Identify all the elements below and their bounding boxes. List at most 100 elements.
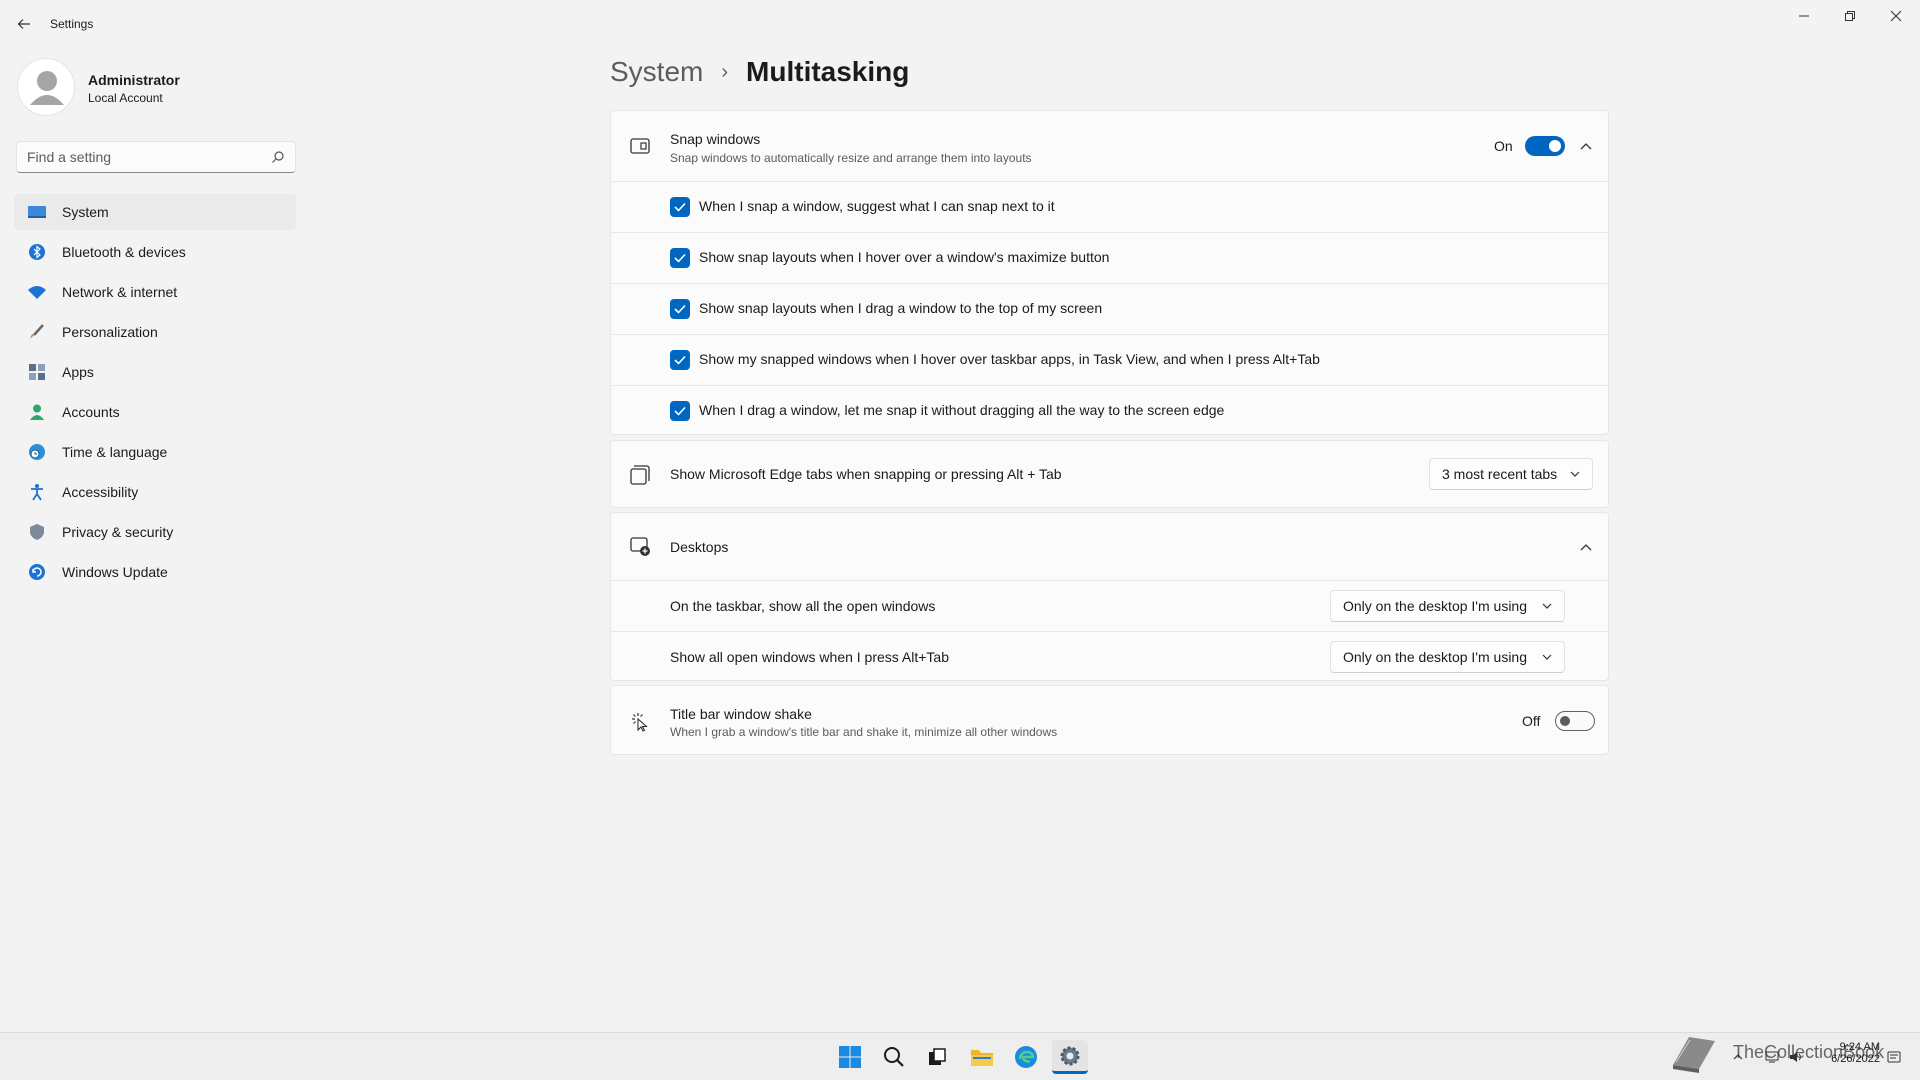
- desktops-row-label: Show all open windows when I press Alt+T…: [670, 649, 949, 665]
- taskbar-windows-dropdown[interactable]: Only on the desktop I'm using: [1330, 590, 1565, 622]
- avatar[interactable]: [17, 58, 75, 116]
- snap-option-row: Show snap layouts when I hover over a wi…: [611, 232, 1608, 283]
- desktops-icon: [630, 537, 650, 556]
- tray-clock[interactable]: 9:24 AM 6/26/2022: [1820, 1041, 1880, 1065]
- dropdown-value: Only on the desktop I'm using: [1343, 598, 1527, 614]
- settings-taskbar-button[interactable]: [1052, 1040, 1088, 1074]
- shake-state-label: Off: [1522, 713, 1541, 729]
- task-view-button[interactable]: [919, 1040, 955, 1074]
- person-icon: [26, 401, 48, 423]
- volume-tray-button[interactable]: [1784, 1040, 1808, 1074]
- chevron-down-icon: [1542, 654, 1552, 660]
- task-view-icon: [929, 1048, 946, 1065]
- sidebar-item-label: Time & language: [62, 444, 168, 460]
- sidebar-item-label: Privacy & security: [62, 524, 174, 540]
- edge-tabs-value: 3 most recent tabs: [1442, 466, 1558, 482]
- alt-tab-windows-dropdown[interactable]: Only on the desktop I'm using: [1330, 641, 1565, 673]
- settings-gear-icon: [1060, 1046, 1080, 1065]
- close-button[interactable]: [1873, 0, 1919, 32]
- checkmark-icon: [674, 355, 686, 365]
- shake-title: Title bar window shake: [670, 706, 812, 722]
- snap-option-checkbox[interactable]: [670, 401, 690, 421]
- collapse-snap-button[interactable]: [1574, 134, 1598, 158]
- search-icon[interactable]: [271, 150, 285, 164]
- globe-clock-icon: [26, 441, 48, 463]
- tray-time: 9:24 AM: [1839, 1041, 1880, 1053]
- sidebar-item-apps[interactable]: Apps: [14, 354, 296, 390]
- breadcrumb-separator-icon: ›: [721, 60, 729, 83]
- start-button[interactable]: [832, 1040, 868, 1074]
- sidebar-item-label: System: [62, 204, 109, 220]
- sidebar-item-label: Network & internet: [62, 284, 178, 300]
- network-tray-button[interactable]: [1760, 1040, 1784, 1074]
- title-bar-shake-toggle[interactable]: [1555, 711, 1595, 731]
- speaker-icon: [1790, 1052, 1801, 1062]
- title-bar-shake-card: Title bar window shake When I grab a win…: [610, 685, 1609, 755]
- close-icon: [1890, 10, 1902, 22]
- brush-icon: [26, 321, 48, 343]
- notifications-button[interactable]: [1882, 1040, 1906, 1074]
- chevron-up-icon: [1580, 143, 1592, 150]
- sidebar-item-bluetooth[interactable]: Bluetooth & devices: [14, 234, 296, 270]
- breadcrumb-parent[interactable]: System: [610, 56, 703, 88]
- checkmark-icon: [674, 406, 686, 416]
- snap-windows-header[interactable]: Snap windows Snap windows to automatical…: [611, 111, 1608, 181]
- account-type: Local Account: [88, 91, 163, 105]
- folder-icon: [971, 1050, 993, 1066]
- desktops-row-label: On the taskbar, show all the open window…: [670, 598, 936, 614]
- search-input[interactable]: [27, 149, 271, 165]
- sidebar-item-label: Personalization: [62, 324, 158, 340]
- snap-option-checkbox[interactable]: [670, 299, 690, 319]
- snap-option-checkbox[interactable]: [670, 197, 690, 217]
- windows-logo-icon: [839, 1046, 861, 1068]
- edge-tabs-dropdown[interactable]: 3 most recent tabs: [1429, 458, 1593, 490]
- sidebar-item-personalization[interactable]: Personalization: [14, 314, 296, 350]
- edge-tabs-label: Show Microsoft Edge tabs when snapping o…: [670, 466, 1062, 482]
- update-icon: [26, 561, 48, 583]
- accessibility-icon: [26, 481, 48, 503]
- checkmark-icon: [674, 304, 686, 314]
- back-arrow-icon: [17, 19, 30, 29]
- taskbar: [0, 1032, 1920, 1080]
- snap-windows-toggle[interactable]: [1525, 136, 1565, 156]
- sidebar-item-label: Accounts: [62, 404, 120, 420]
- snap-option-row: Show snap layouts when I drag a window t…: [611, 283, 1608, 334]
- sidebar-item-windows-update[interactable]: Windows Update: [14, 554, 296, 590]
- search-icon: [884, 1047, 904, 1067]
- shake-icon: [632, 713, 648, 732]
- sidebar-item-accounts[interactable]: Accounts: [14, 394, 296, 430]
- edge-browser-icon: [1015, 1046, 1037, 1068]
- sidebar-item-time-language[interactable]: Time & language: [14, 434, 296, 470]
- restore-button[interactable]: [1827, 0, 1873, 32]
- sidebar-item-accessibility[interactable]: Accessibility: [14, 474, 296, 510]
- taskbar-search-button[interactable]: [876, 1040, 912, 1074]
- app-title: Settings: [50, 17, 94, 31]
- snap-windows-subtitle: Snap windows to automatically resize and…: [670, 151, 1032, 165]
- snap-windows-icon: [630, 138, 650, 154]
- sidebar-item-label: Windows Update: [62, 564, 168, 580]
- file-explorer-button[interactable]: [964, 1040, 1000, 1074]
- search-box[interactable]: [16, 141, 296, 173]
- show-hidden-icons-button[interactable]: [1726, 1040, 1750, 1074]
- minimize-button[interactable]: [1781, 0, 1827, 32]
- edge-tabs-icon: [630, 465, 650, 485]
- desktops-header[interactable]: Desktops: [611, 513, 1608, 580]
- edge-button[interactable]: [1008, 1040, 1044, 1074]
- sidebar-item-network[interactable]: Network & internet: [14, 274, 296, 310]
- collapse-desktops-button[interactable]: [1574, 535, 1598, 559]
- chevron-down-icon: [1542, 603, 1552, 609]
- notification-icon: [1887, 1051, 1901, 1063]
- chevron-down-icon: [1570, 471, 1580, 477]
- snap-option-label: When I snap a window, suggest what I can…: [699, 198, 1055, 214]
- snap-option-checkbox[interactable]: [670, 248, 690, 268]
- sidebar-item-system[interactable]: System: [14, 194, 296, 230]
- snap-option-checkbox[interactable]: [670, 350, 690, 370]
- sidebar-item-privacy[interactable]: Privacy & security: [14, 514, 296, 550]
- desktops-card: Desktops On the taskbar, show all the op…: [610, 512, 1609, 681]
- tray-date: 6/26/2022: [1831, 1053, 1880, 1065]
- shield-icon: [26, 521, 48, 543]
- back-button[interactable]: [10, 12, 38, 36]
- wifi-icon: [26, 281, 48, 303]
- snap-option-row: Show my snapped windows when I hover ove…: [611, 334, 1608, 385]
- snap-option-row: When I snap a window, suggest what I can…: [611, 181, 1608, 232]
